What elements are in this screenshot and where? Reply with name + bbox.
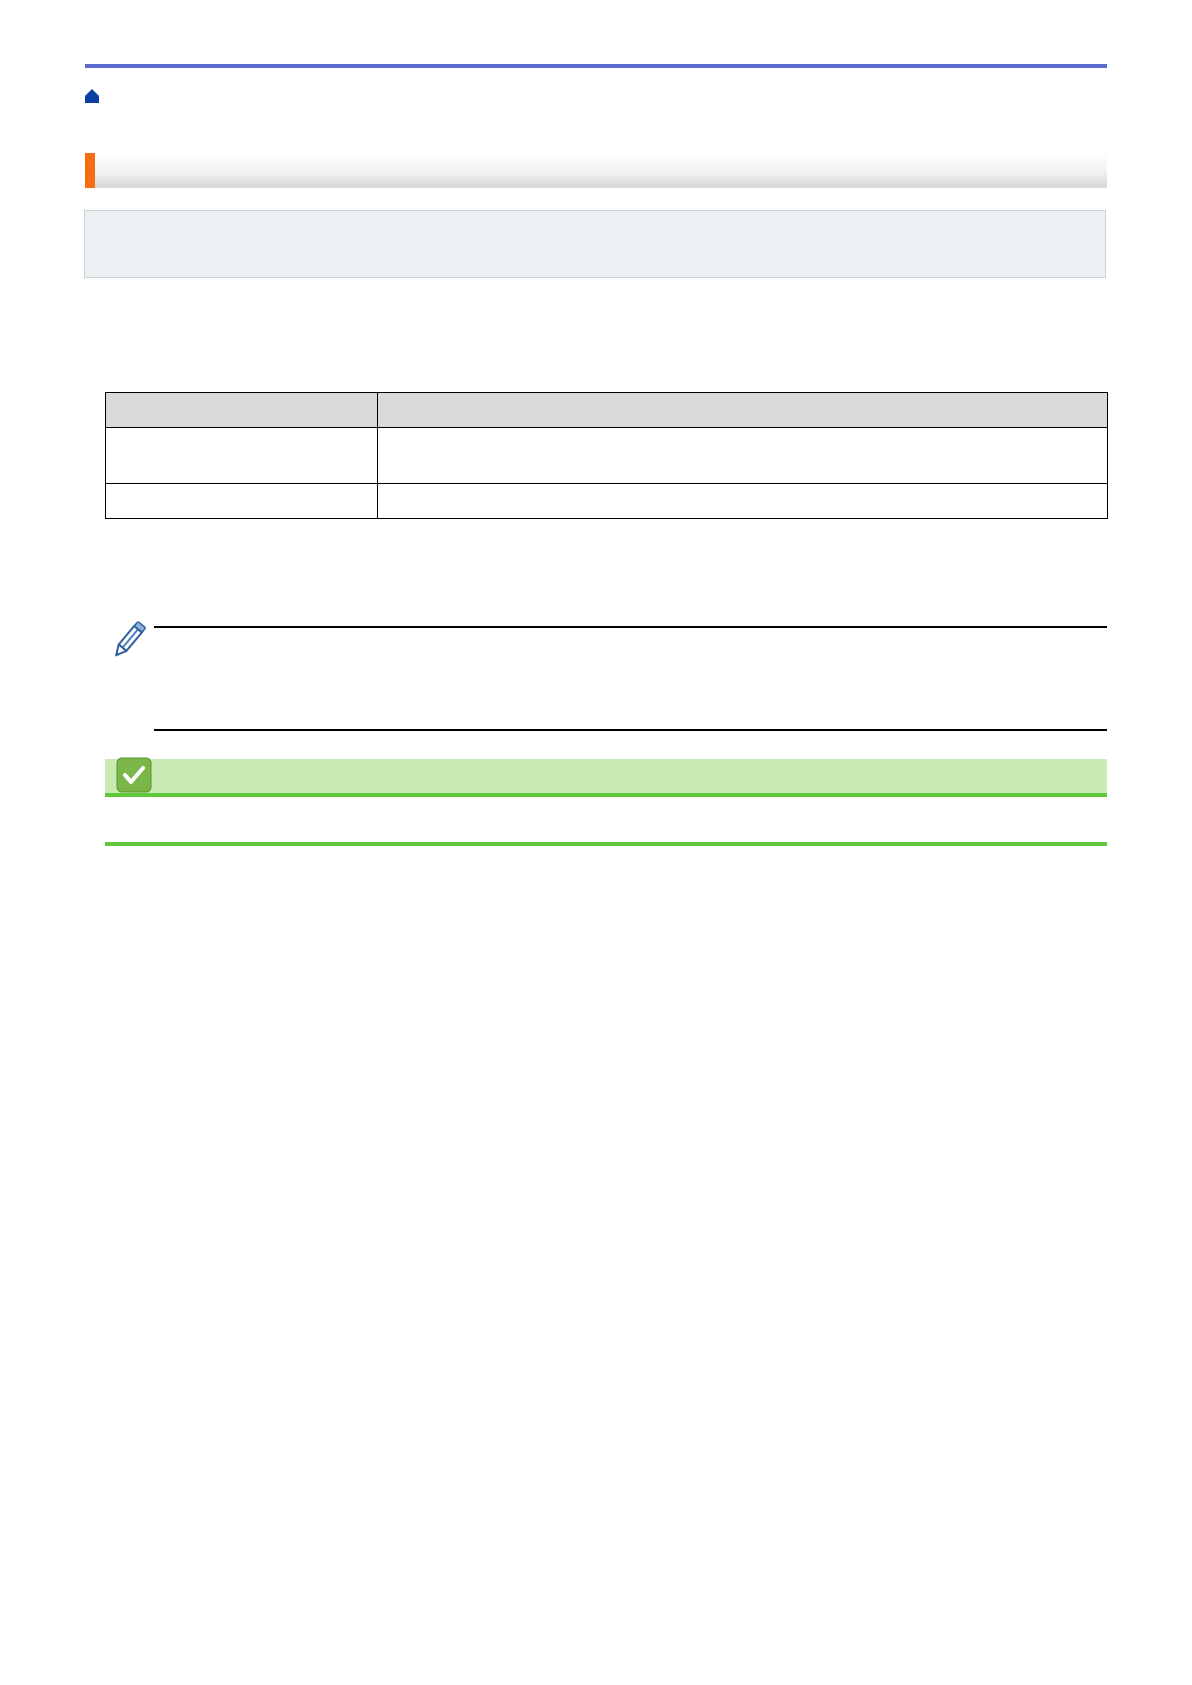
page-title-bar: [85, 153, 1107, 188]
note-top-rule: [154, 626, 1107, 628]
table-cell: [105, 483, 378, 519]
home-icon[interactable]: [84, 88, 100, 104]
table-cell: [377, 483, 1108, 519]
header-rule: [85, 64, 1107, 68]
table-row: [105, 483, 1108, 519]
note-bottom-rule: [154, 729, 1107, 731]
table-header-cell: [105, 392, 378, 428]
table-header-cell: [377, 392, 1108, 428]
table-row: [105, 427, 1108, 484]
table-cell: [377, 427, 1108, 484]
checkmark-icon: [116, 757, 152, 793]
pencil-icon: [109, 618, 149, 662]
related-info-bar: [105, 757, 1107, 797]
manual-page: { "header": { "home_icon": "home-icon", …: [0, 0, 1192, 1685]
intro-box: [84, 210, 1106, 278]
spec-table: [105, 392, 1108, 519]
table-cell: [105, 427, 378, 484]
table-header-row: [105, 392, 1108, 428]
related-bottom-rule: [105, 842, 1107, 846]
title-accent: [85, 153, 95, 188]
